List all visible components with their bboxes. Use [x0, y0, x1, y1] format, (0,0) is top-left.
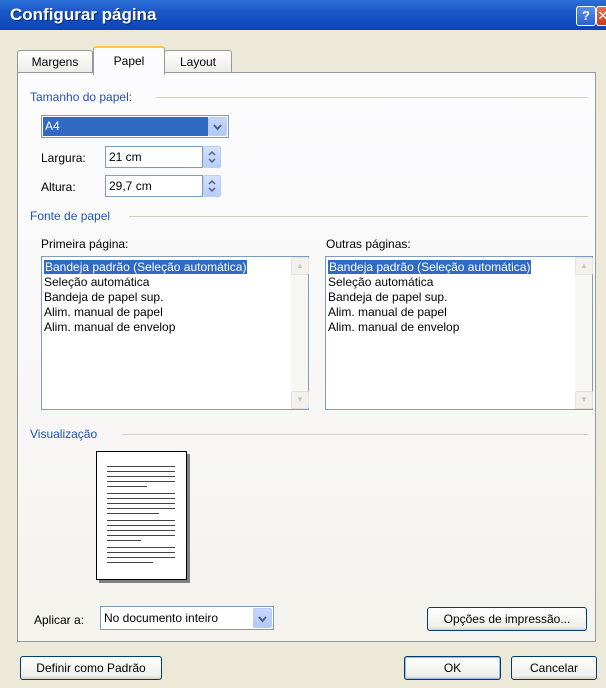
section-divider: [156, 97, 588, 98]
cancel-button[interactable]: Cancelar: [511, 656, 597, 680]
first-page-list[interactable]: Bandeja padrão (Seleção automática) Sele…: [41, 256, 309, 410]
other-pages-list[interactable]: Bandeja padrão (Seleção automática) Sele…: [325, 256, 593, 410]
preview-section-label: Visualização: [30, 427, 98, 441]
paper-size-section-label: Tamanho do papel:: [30, 90, 133, 104]
height-field[interactable]: 29,7 cm: [105, 175, 203, 197]
ok-button[interactable]: OK: [404, 656, 501, 680]
list-item[interactable]: Bandeja padrão (Seleção automática): [44, 260, 248, 274]
first-page-label: Primeira página:: [41, 237, 129, 251]
chevron-down-icon[interactable]: [208, 117, 227, 136]
list-item[interactable]: Seleção automática: [44, 275, 149, 289]
list-item[interactable]: Alim. manual de papel: [44, 305, 163, 319]
print-options-button[interactable]: Opções de impressão...: [427, 607, 587, 631]
width-spinner[interactable]: [203, 146, 221, 168]
width-field[interactable]: 21 cm: [105, 146, 203, 168]
section-divider: [122, 434, 588, 435]
height-spinner[interactable]: [203, 175, 221, 197]
help-button[interactable]: ?: [576, 6, 596, 26]
list-item[interactable]: Seleção automática: [328, 275, 433, 289]
section-divider: [129, 216, 588, 217]
scroll-up-icon[interactable]: ▲: [575, 257, 593, 275]
page-preview: [96, 451, 187, 580]
tab-margens[interactable]: Margens: [17, 50, 93, 73]
scroll-up-icon[interactable]: ▲: [291, 257, 309, 275]
scrollbar[interactable]: ▲ ▼: [575, 257, 593, 409]
list-item[interactable]: Bandeja de papel sup.: [44, 290, 163, 304]
tab-papel[interactable]: Papel: [93, 46, 165, 75]
apply-to-label: Aplicar a:: [34, 613, 85, 627]
apply-to-value: No documento inteiro: [104, 611, 219, 625]
window-title: Configurar página: [10, 5, 157, 24]
list-item[interactable]: Alim. manual de envelop: [328, 320, 459, 334]
scrollbar[interactable]: ▲ ▼: [291, 257, 309, 409]
paper-size-select[interactable]: A4: [41, 115, 229, 138]
title-bar: Configurar página ? ✕: [0, 0, 606, 30]
scroll-down-icon[interactable]: ▼: [291, 391, 309, 409]
close-button[interactable]: ✕: [596, 6, 606, 26]
width-value: 21 cm: [109, 150, 142, 164]
height-label: Altura:: [41, 180, 76, 194]
width-label: Largura:: [41, 151, 86, 165]
paper-size-selected: A4: [43, 117, 208, 136]
height-value: 29,7 cm: [109, 179, 152, 193]
list-item[interactable]: Bandeja de papel sup.: [328, 290, 447, 304]
apply-to-select[interactable]: No documento inteiro: [100, 606, 274, 630]
set-default-button[interactable]: Definir como Padrão: [20, 656, 162, 680]
chevron-down-icon[interactable]: [253, 608, 272, 628]
tab-layout[interactable]: Layout: [164, 50, 232, 73]
list-item[interactable]: Bandeja padrão (Seleção automática): [328, 260, 532, 274]
list-item[interactable]: Alim. manual de envelop: [44, 320, 175, 334]
list-item[interactable]: Alim. manual de papel: [328, 305, 447, 319]
scroll-down-icon[interactable]: ▼: [575, 391, 593, 409]
other-pages-label: Outras páginas:: [326, 237, 411, 251]
paper-source-section-label: Fonte de papel: [30, 209, 111, 223]
